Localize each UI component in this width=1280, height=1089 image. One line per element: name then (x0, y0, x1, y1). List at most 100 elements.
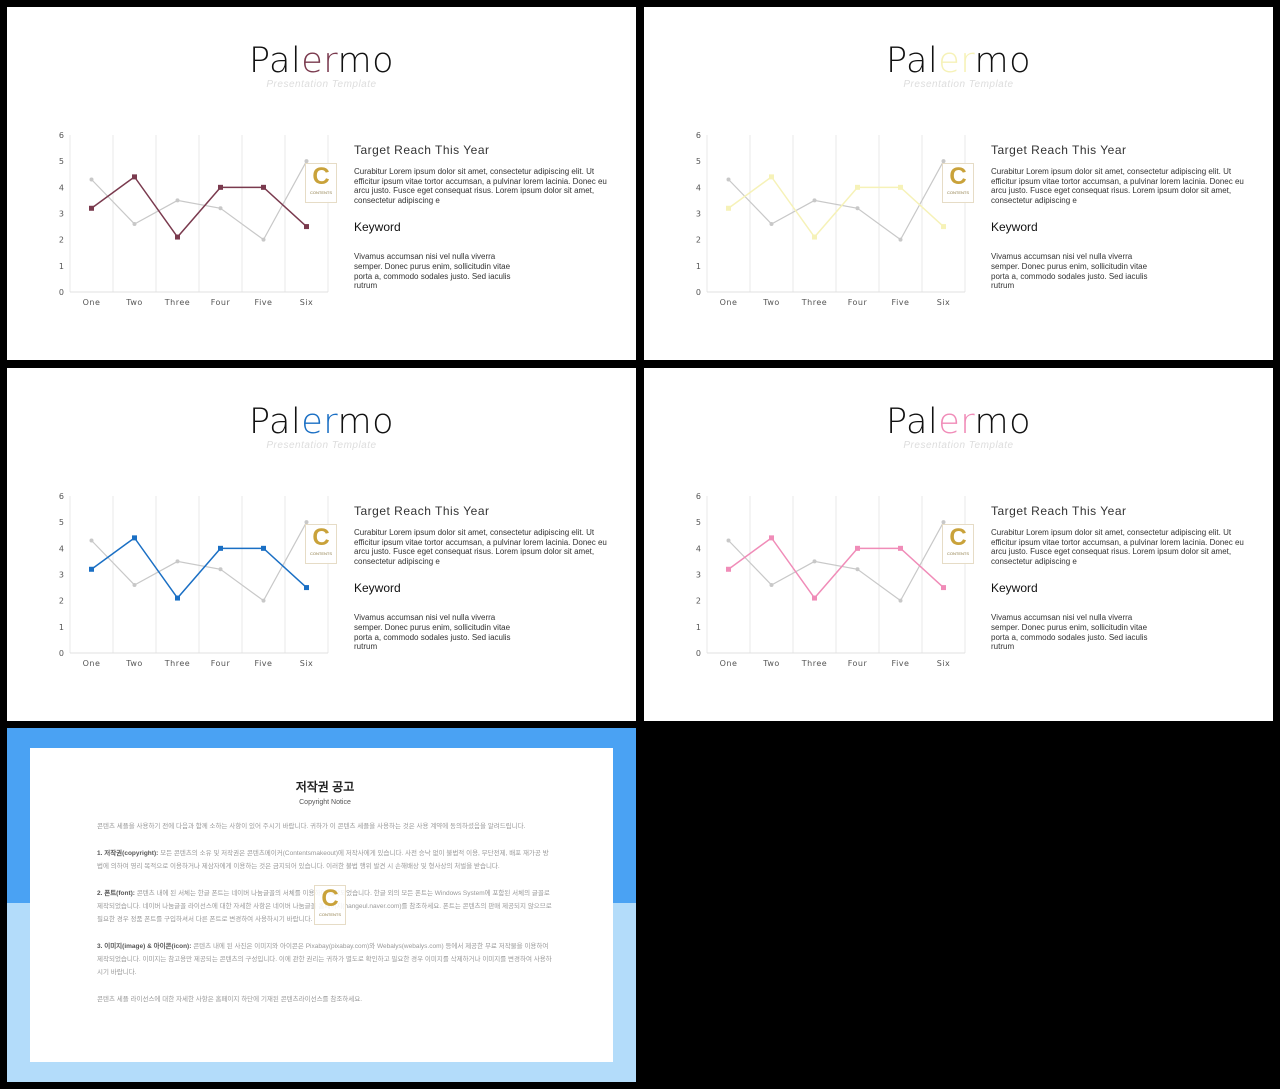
notice-copyright: 1. 저작권(copyright): 모든 콘텐츠의 소유 및 저작권은 콘텐츠… (97, 847, 553, 873)
x-tick-label: Five (892, 298, 910, 307)
data-point (261, 545, 266, 551)
data-point (132, 221, 137, 226)
data-point (89, 177, 94, 182)
y-tick-label: 0 (59, 288, 64, 297)
data-point (89, 566, 94, 572)
data-point (726, 538, 731, 543)
contents-logo: C CONTENTS (942, 524, 974, 564)
logo-text: CONTENTS (310, 551, 332, 556)
logo-text: CONTENTS (319, 912, 341, 917)
section-heading: Target Reach This Year (991, 143, 1127, 157)
x-tick-label: Four (848, 659, 868, 668)
contents-logo: C CONTENTS (942, 163, 974, 203)
x-tick-label: Three (801, 298, 827, 307)
logo-letter: C (312, 163, 330, 190)
notice-image-label: 3. 이미지(image) & 아이콘(icon): (97, 943, 192, 950)
x-tick-label: Five (255, 298, 273, 307)
section-heading: Target Reach This Year (354, 143, 490, 157)
data-point (218, 567, 223, 572)
slide-title: Palermo (885, 41, 1032, 81)
x-tick-label: Six (937, 298, 951, 307)
slide-subtitle: Presentation Template (903, 79, 1014, 90)
data-point (855, 184, 860, 190)
contents-logo: C CONTENTS (305, 524, 337, 564)
data-point (89, 205, 94, 211)
data-point (218, 545, 223, 551)
notice-outro: 콘텐츠 세플 라이선스에 대한 자세한 사항은 홈페이지 하단에 기재된 콘텐츠… (97, 996, 363, 1003)
section-heading: Target Reach This Year (991, 504, 1127, 518)
data-point (175, 198, 180, 203)
y-tick-label: 2 (696, 236, 701, 245)
data-point (304, 224, 309, 230)
data-point (261, 237, 266, 242)
x-tick-label: Two (125, 659, 143, 668)
y-tick-label: 5 (59, 518, 64, 527)
text-panel: Target Reach This Year Curabitur Lorem i… (354, 143, 614, 291)
x-tick-label: Four (211, 659, 231, 668)
title-accent: er (938, 41, 975, 81)
data-point (769, 535, 774, 541)
title-accent: er (938, 402, 975, 442)
y-tick-label: 5 (59, 157, 64, 166)
y-tick-label: 0 (59, 649, 64, 658)
data-point (769, 174, 774, 180)
y-tick-label: 1 (696, 623, 701, 632)
data-point (175, 595, 180, 601)
x-tick-label: One (83, 659, 101, 668)
line-chart: 0 1 2 3 4 5 6 One Two Three Four Five Six (59, 131, 329, 307)
notice-subtitle: Copyright Notice (299, 799, 351, 806)
notice-font-label: 2. 폰트(font): (97, 890, 135, 897)
y-tick-label: 6 (696, 131, 701, 140)
x-tick-label: One (83, 298, 101, 307)
data-point (89, 538, 94, 543)
y-tick-label: 4 (696, 544, 701, 553)
data-point (812, 595, 817, 601)
y-tick-label: 4 (696, 183, 701, 192)
data-point (175, 559, 180, 564)
x-tick-label: Two (762, 298, 780, 307)
y-tick-label: 2 (696, 597, 701, 606)
x-tick-label: One (720, 659, 738, 668)
logo-letter: C (321, 885, 339, 912)
y-tick-label: 3 (59, 210, 64, 219)
data-point (855, 545, 860, 551)
text-panel: Target Reach This Year Curabitur Lorem i… (991, 504, 1251, 652)
x-tick-label: Six (300, 659, 314, 668)
y-tick-label: 5 (696, 157, 701, 166)
y-tick-label: 5 (696, 518, 701, 527)
notice-intro: 콘텐츠 세플을 사용하기 전에 다음과 함께 소하는 사항이 있어 주시기 바랍… (97, 823, 526, 830)
data-point (812, 234, 817, 240)
data-point (726, 566, 731, 572)
x-tick-label: Six (300, 298, 314, 307)
y-tick-label: 6 (59, 492, 64, 501)
slide-title: Palermo (885, 402, 1032, 442)
keyword-heading: Keyword (354, 220, 401, 235)
data-point (218, 184, 223, 190)
title-accent: er (301, 402, 338, 442)
logo-text: CONTENTS (947, 551, 969, 556)
data-point (855, 206, 860, 211)
data-point (898, 237, 903, 242)
keyword-body: Vivamus accumsan nisi vel nulla viverra … (354, 252, 511, 291)
text-panel: Target Reach This Year Curabitur Lorem i… (354, 504, 614, 652)
notice-title: 저작권 공고 (295, 780, 355, 794)
data-point (132, 535, 137, 541)
x-tick-label: Four (848, 298, 868, 307)
logo-letter: C (949, 524, 967, 551)
data-point (812, 559, 817, 564)
data-point (175, 234, 180, 240)
contents-logo: C CONTENTS (314, 885, 346, 925)
section-heading: Target Reach This Year (354, 504, 490, 518)
data-point (132, 582, 137, 587)
keyword-body: Vivamus accumsan nisi vel nulla viverra … (354, 613, 511, 652)
slide-subtitle: Presentation Template (266, 440, 377, 451)
x-tick-label: Three (164, 298, 190, 307)
contents-logo: C CONTENTS (305, 163, 337, 203)
data-point (941, 224, 946, 230)
notice-image: 3. 이미지(image) & 아이콘(icon): 콘텐츠 내에 된 사진은 … (97, 940, 553, 979)
notice-copyright-label: 1. 저작권(copyright): (97, 850, 159, 857)
y-tick-label: 4 (59, 544, 64, 553)
y-tick-label: 1 (696, 262, 701, 271)
line-chart: 0 1 2 3 4 5 6 One Two Three Four Five Six (696, 131, 966, 307)
data-point (898, 545, 903, 551)
